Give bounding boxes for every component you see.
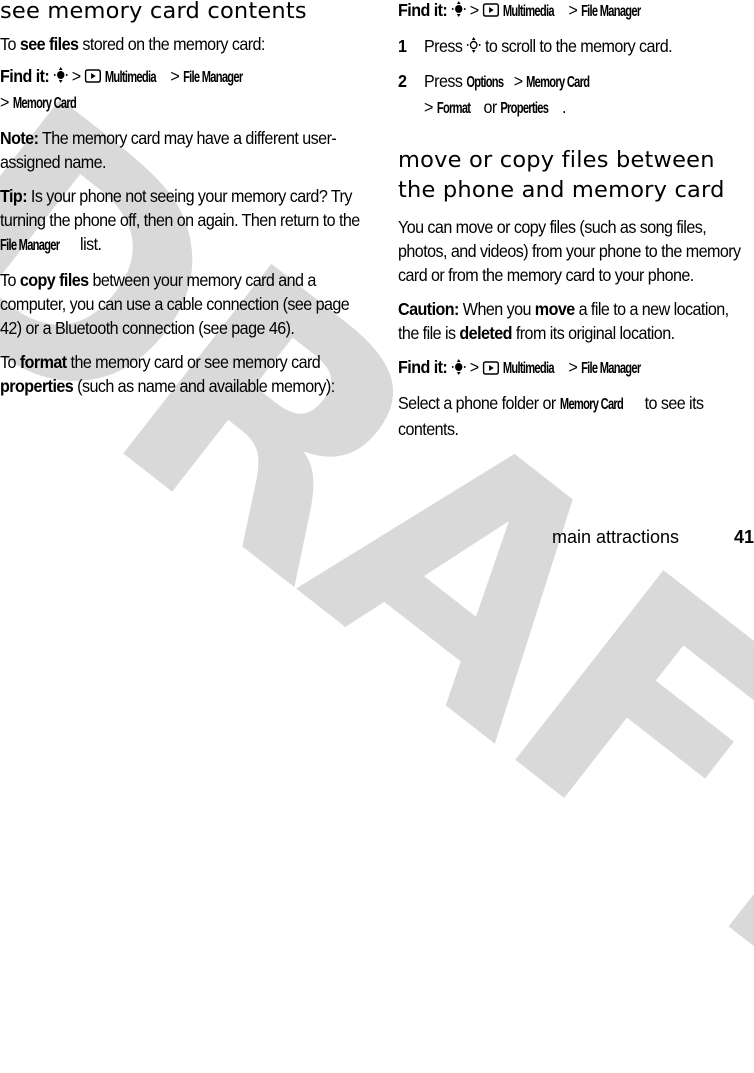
move-copy-body: You can move or copy files (such as song… (398, 217, 741, 286)
page-number: 41 (734, 527, 754, 547)
caution-paragraph: Caution: When you move a file to a new l… (398, 299, 729, 344)
nav-key-outline-icon (466, 35, 481, 59)
nav-key-icon (53, 65, 68, 89)
intro-paragraph: To see files stored on the memory card: (0, 34, 265, 54)
nav-key-icon (451, 0, 466, 23)
step-1: 1 Press to scroll to the memory card. (398, 34, 754, 59)
multimedia-icon (482, 0, 500, 23)
find-it-path-3: Find it: > Multimedia > File Manager (398, 355, 752, 381)
section-heading-see-contents: see memory card contents (0, 0, 307, 24)
select-folder-paragraph: Select a phone folder or Memory Card to … (398, 393, 704, 440)
copy-files-paragraph: To copy files between your memory card a… (0, 270, 350, 338)
footer-section-title: main attractions (552, 527, 680, 547)
multimedia-icon (482, 357, 500, 381)
left-column: see memory card contents To see files st… (0, 0, 365, 398)
right-column: Find it: > Multimedia > File Manager 1 Pr… (398, 0, 754, 441)
section-heading-move-copy: move or copy files between the phone and… (398, 147, 725, 204)
tip-paragraph: Tip: Is your phone not seeing your memor… (0, 186, 360, 254)
find-it-path-1: Find it: > Multimedia > File Manager > Me… (0, 65, 243, 112)
format-paragraph: To format the memory card or see memory … (0, 352, 335, 396)
find-it-path-2: Find it: > Multimedia > File Manager (398, 0, 752, 24)
note-paragraph: Note: The memory card may have a differe… (0, 128, 337, 172)
step-2: 2 Press Options > Memory Card > Format or … (398, 71, 590, 118)
multimedia-icon (84, 65, 102, 89)
nav-key-icon (451, 357, 466, 381)
